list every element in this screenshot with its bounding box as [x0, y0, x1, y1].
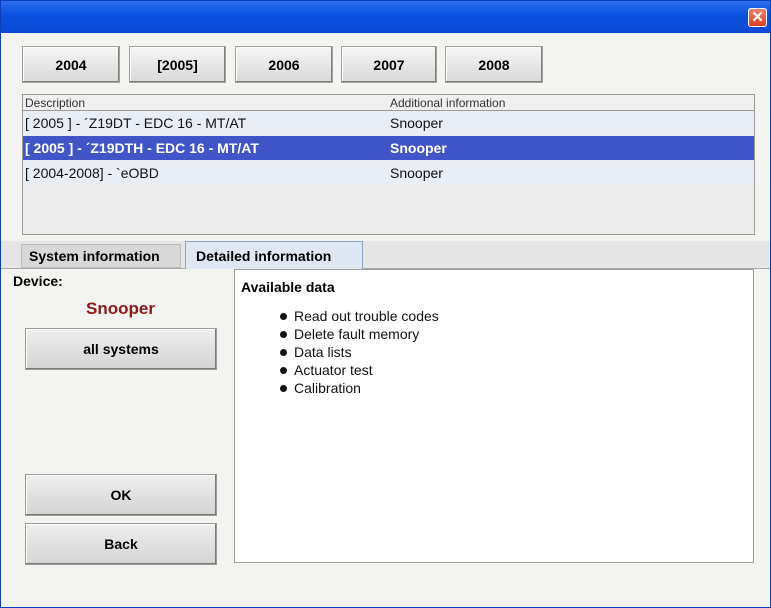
year-button-2007[interactable]: 2007 — [341, 46, 437, 83]
row-info: Snooper — [390, 165, 443, 181]
list-row[interactable]: [ 2004-2008] - `eOBD Snooper — [23, 161, 754, 185]
device-label: Device: — [13, 273, 63, 289]
back-button[interactable]: Back — [25, 523, 217, 565]
list-item: Delete fault memory — [280, 325, 439, 343]
feature-label: Data lists — [294, 344, 352, 360]
detail-panel: Available data Read out trouble codes De… — [234, 269, 754, 563]
feature-label: Read out trouble codes — [294, 308, 439, 324]
year-button-2004[interactable]: 2004 — [22, 46, 120, 83]
year-button-2008[interactable]: 2008 — [445, 46, 543, 83]
bullet-icon — [280, 331, 287, 338]
row-description: [ 2004-2008] - `eOBD — [25, 165, 159, 181]
feature-label: Actuator test — [294, 362, 373, 378]
close-button[interactable]: ✕ — [748, 8, 767, 27]
feature-list: Read out trouble codes Delete fault memo… — [280, 307, 439, 397]
row-info: Snooper — [390, 140, 447, 156]
title-bar: ✕ — [1, 1, 770, 33]
all-systems-button[interactable]: all systems — [25, 328, 217, 370]
bullet-icon — [280, 349, 287, 356]
tab-system-information[interactable]: System information — [21, 244, 181, 268]
row-info: Snooper — [390, 115, 443, 131]
ok-button[interactable]: OK — [25, 474, 217, 516]
device-name: Snooper — [86, 299, 155, 318]
tab-bar: System information Detailed information — [1, 241, 770, 269]
list-item: Read out trouble codes — [280, 307, 439, 325]
bullet-icon — [280, 313, 287, 320]
column-header-additional-info[interactable]: Additional information — [390, 96, 505, 110]
row-description: [ 2005 ] - ´Z19DTH - EDC 16 - MT/AT — [25, 140, 259, 156]
bullet-icon — [280, 385, 287, 392]
year-button-2005[interactable]: [2005] — [129, 46, 226, 83]
tab-detailed-information[interactable]: Detailed information — [185, 241, 363, 269]
bullet-icon — [280, 367, 287, 374]
list-item: Actuator test — [280, 361, 439, 379]
row-description: [ 2005 ] - ´Z19DT - EDC 16 - MT/AT — [25, 115, 247, 131]
close-icon: ✕ — [751, 9, 764, 26]
list-item: Calibration — [280, 379, 439, 397]
list-row[interactable]: [ 2005 ] - ´Z19DT - EDC 16 - MT/AT Snoop… — [23, 111, 754, 135]
dialog-window: ✕ 2004 [2005] 2006 2007 2008 Description… — [0, 0, 771, 608]
vehicle-list: Description Additional information [ 200… — [22, 94, 755, 235]
list-item: Data lists — [280, 343, 439, 361]
feature-label: Calibration — [294, 380, 361, 396]
year-button-2006[interactable]: 2006 — [235, 46, 333, 83]
available-data-heading: Available data — [241, 279, 335, 295]
feature-label: Delete fault memory — [294, 326, 420, 342]
list-row-selected[interactable]: [ 2005 ] - ´Z19DTH - EDC 16 - MT/AT Snoo… — [23, 136, 754, 160]
column-header-description[interactable]: Description — [25, 96, 85, 110]
list-header: Description Additional information — [23, 95, 754, 111]
